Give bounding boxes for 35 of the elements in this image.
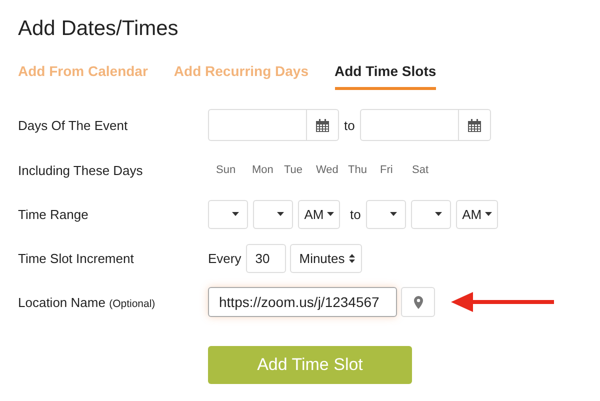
joiner-text: to (350, 206, 361, 222)
field-label: Every (208, 250, 242, 266)
period-select[interactable]: AM (298, 200, 340, 228)
calendar-icon (468, 118, 481, 132)
field-label: Time Slot Increment (18, 250, 135, 266)
caret-icon (434, 212, 442, 216)
pin-icon (414, 296, 422, 308)
field-label: Including These Days (18, 162, 144, 178)
page-title: Add Dates/Times (18, 16, 180, 42)
day-toggle[interactable]: Sat (412, 164, 444, 176)
unit-select[interactable]: Minutes (290, 244, 362, 272)
input-field[interactable]: https://zoom.us/j/1234567 (208, 287, 397, 317)
day-toggle[interactable]: Wed (316, 164, 348, 176)
day-toggle[interactable]: Tue (284, 164, 316, 176)
calendar-icon (316, 118, 329, 132)
caret-icon (326, 212, 334, 216)
caret-icon (232, 212, 239, 216)
location-button[interactable] (401, 287, 435, 317)
day-toggle[interactable]: Thu (348, 164, 380, 176)
period-select[interactable]: AM (456, 200, 498, 228)
field-label: Location Name (Optional) (18, 294, 156, 310)
caret-icon (277, 212, 284, 216)
number-field[interactable]: 30 (246, 244, 286, 272)
date-field[interactable] (208, 109, 339, 141)
field-label: Time Range (18, 206, 90, 222)
joiner-text: to (344, 118, 355, 132)
tab[interactable]: Add Time Slots (334, 62, 436, 90)
caret-icon (484, 212, 492, 216)
caret-icon (390, 212, 397, 216)
day-toggle[interactable]: Fri (380, 164, 412, 176)
day-toggle[interactable]: Mon (252, 164, 284, 176)
updown-icon (348, 254, 355, 262)
date-field[interactable] (360, 109, 491, 141)
field-label: Days Of The Event (18, 118, 129, 132)
day-toggle[interactable]: Sun (208, 164, 252, 176)
